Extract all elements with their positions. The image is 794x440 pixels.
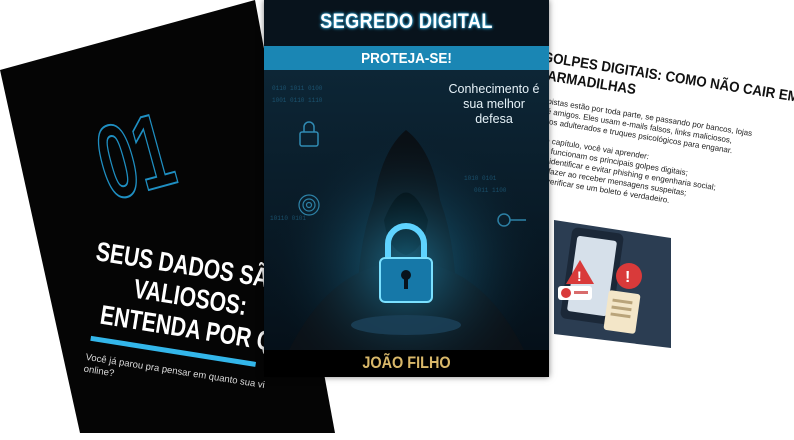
cover-author: JOÃO FILHO <box>362 353 451 372</box>
error-x-icon <box>561 288 571 298</box>
ebook-cover: 0110 1011 0100 1001 0110 1110 1010 0101 … <box>264 0 549 377</box>
tagline-line-1: Conhecimento é <box>448 82 540 96</box>
chapter-page-right: GOLPES DIGITAIS: COMO NÃO CAIR EM ARMADI… <box>522 30 794 420</box>
phishing-warning-illustration: ! ! <box>554 220 671 348</box>
tagline-line-3: defesa <box>475 112 513 126</box>
cover-subtitle: PROTEJA-SE! <box>361 50 452 67</box>
svg-text:!: ! <box>577 268 582 284</box>
tagline-line-2: sua melhor <box>463 97 525 111</box>
svg-text:!: ! <box>625 269 630 286</box>
cover-tagline: Conhecimento é sua melhor defesa <box>444 82 544 127</box>
cover-title: SEGREDO DIGITAL <box>320 10 493 33</box>
